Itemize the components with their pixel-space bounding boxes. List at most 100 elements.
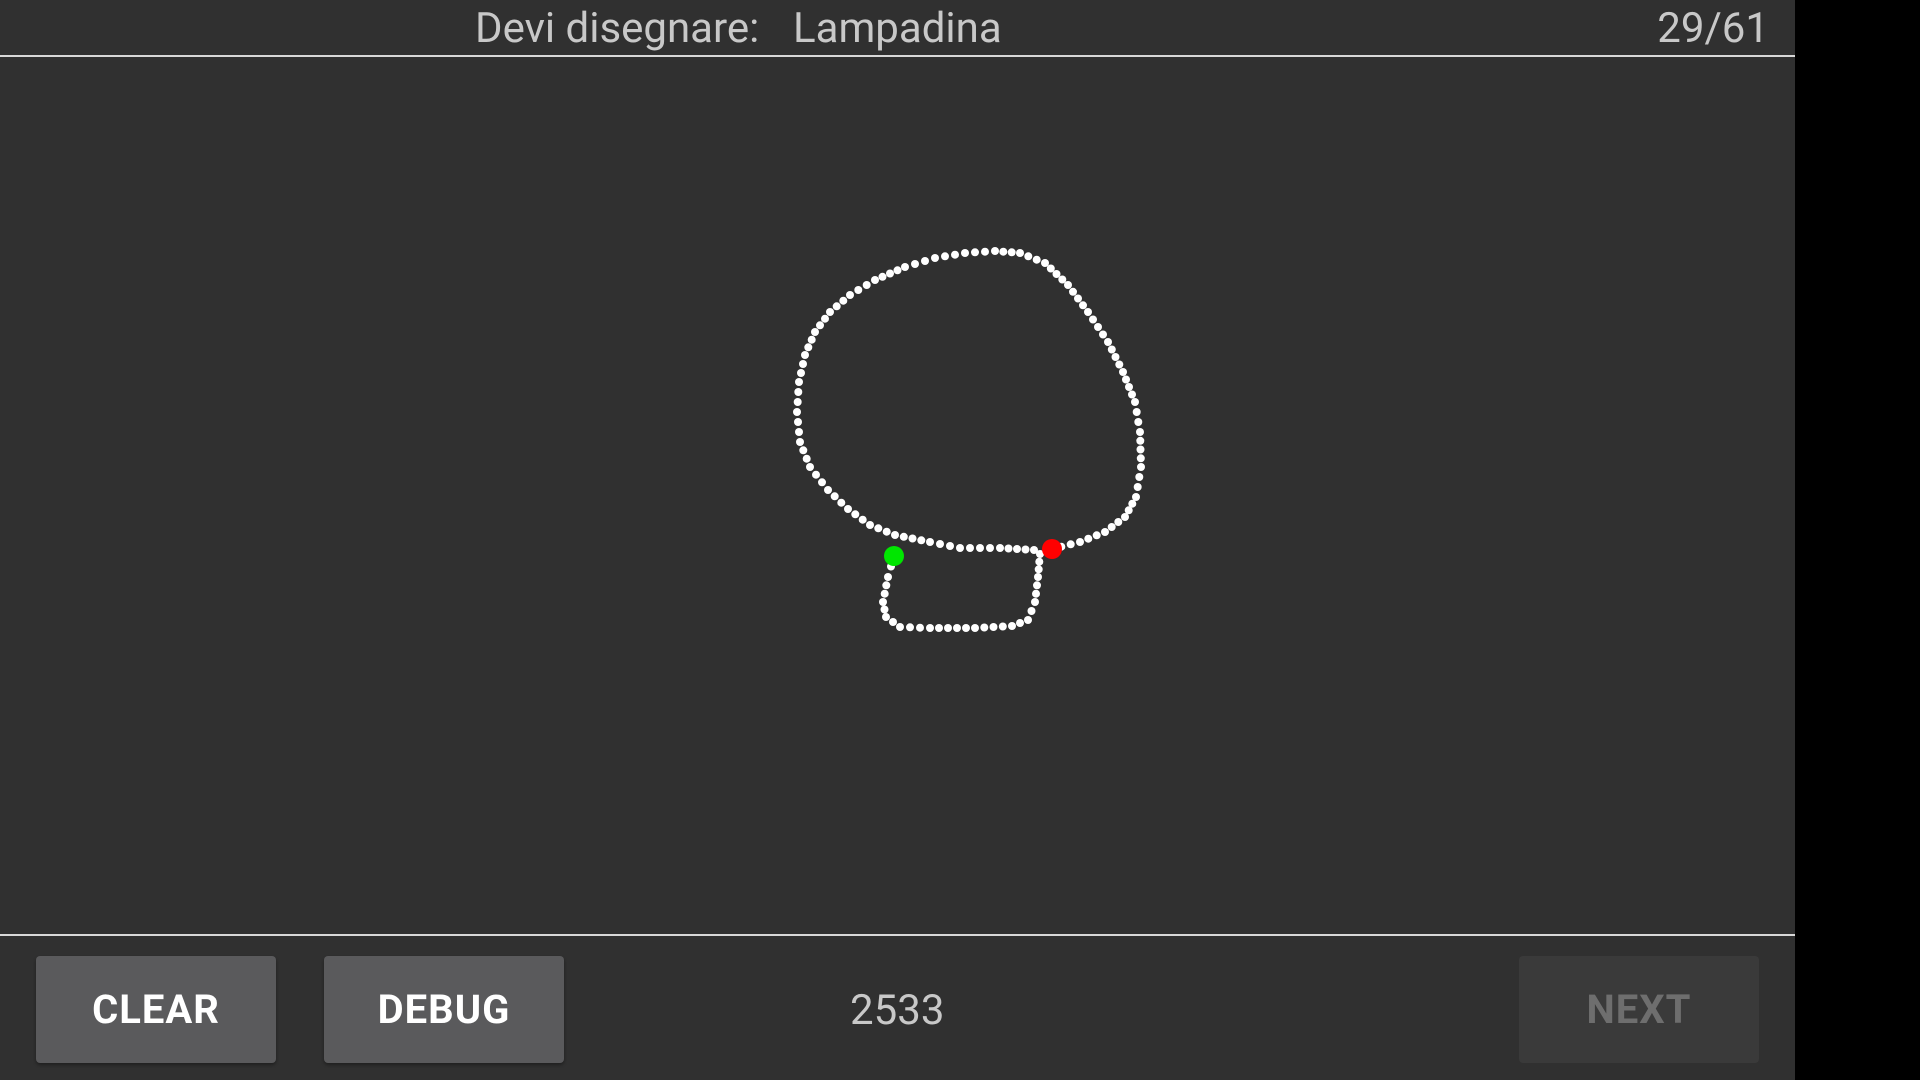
- stroke-dot: [946, 542, 954, 550]
- stroke-dot: [1013, 545, 1021, 553]
- stroke-dot: [1121, 513, 1129, 521]
- stroke-dot: [879, 598, 887, 606]
- stroke-dot: [1024, 616, 1032, 624]
- stroke-dot: [1114, 518, 1123, 526]
- stroke-dot: [1132, 493, 1140, 501]
- stroke-dot: [1137, 463, 1145, 471]
- progress-counter: 29/61: [1657, 4, 1769, 53]
- stroke-dot: [996, 544, 1004, 552]
- stroke-dot: [961, 249, 969, 257]
- stroke-dot: [1076, 538, 1084, 546]
- stroke-dot: [851, 510, 860, 519]
- stroke-dot: [1016, 619, 1024, 627]
- stroke-dot: [926, 624, 934, 632]
- stroke-dot: [811, 328, 819, 336]
- stroke-dot: [1133, 483, 1142, 491]
- stroke-dot: [882, 581, 891, 590]
- stroke-dot: [1021, 545, 1030, 554]
- stroke-dot: [837, 498, 846, 507]
- stroke-dot: [917, 536, 926, 545]
- stroke-dot: [886, 269, 894, 278]
- stroke-dot: [1092, 531, 1101, 540]
- stroke-dot: [1031, 598, 1039, 606]
- stroke-dot: [991, 247, 999, 255]
- stroke-dot: [793, 398, 802, 406]
- stroke-dot: [931, 254, 939, 262]
- stroke-dot: [980, 623, 989, 632]
- stroke-dot: [797, 369, 805, 377]
- target-word: Lampadina: [793, 4, 1002, 53]
- stroke-dot: [830, 492, 839, 501]
- stroke-dot: [880, 605, 889, 614]
- stroke-dot: [795, 428, 803, 436]
- stroke-dot: [882, 527, 891, 536]
- stroke-dot: [1124, 506, 1133, 515]
- stroke-dot: [906, 623, 914, 632]
- prompt-label: Devi disegnare:: [475, 4, 760, 53]
- stroke-dot: [1052, 270, 1061, 278]
- stroke-dot: [1034, 573, 1042, 581]
- stroke-dot: [1084, 308, 1092, 316]
- stroke-dot: [812, 470, 820, 479]
- stroke-dot: [1035, 557, 1044, 566]
- stroke-dot: [794, 418, 802, 426]
- drawn-stroke: [793, 247, 1145, 632]
- stroke-dot: [1104, 338, 1112, 346]
- stroke-dot: [799, 360, 807, 368]
- clear-button[interactable]: CLEAR: [36, 956, 276, 1063]
- stroke-dot: [1034, 565, 1043, 574]
- stroke-dot: [908, 534, 917, 543]
- stroke-dot: [854, 286, 863, 294]
- stroke-dot: [824, 486, 832, 494]
- stroke-dot: [816, 321, 824, 330]
- score-value: 2533: [850, 986, 945, 1035]
- stroke-dot: [916, 623, 924, 632]
- stroke-dot: [1089, 315, 1097, 324]
- stroke-dot: [1030, 546, 1038, 554]
- stroke-dot: [807, 335, 816, 344]
- stroke-dot: [966, 544, 974, 552]
- stroke-dot: [1094, 323, 1102, 331]
- stroke-dot: [1131, 398, 1139, 406]
- stroke-dot: [891, 531, 899, 539]
- stroke-dot: [1024, 252, 1033, 261]
- stroke-dot: [878, 272, 887, 281]
- drawing-canvas[interactable]: [0, 57, 1795, 934]
- stroke-dot: [1122, 375, 1130, 384]
- stroke-dot: [893, 266, 902, 275]
- stroke-dot: [1101, 528, 1109, 536]
- stroke-dot: [799, 446, 808, 455]
- stroke-dot: [806, 463, 814, 471]
- stroke-dot: [826, 308, 834, 316]
- stroke-dot: [1033, 581, 1041, 590]
- stroke-dot: [821, 314, 829, 323]
- stroke-end-marker: [1042, 539, 1062, 559]
- stroke-dot: [1134, 418, 1143, 426]
- stroke-dot: [926, 538, 934, 546]
- stroke-dot: [1125, 383, 1133, 391]
- stroke-dot: [1007, 248, 1016, 257]
- stroke-dot: [1136, 428, 1144, 436]
- stroke-dot: [951, 250, 959, 259]
- stroke-dot: [1008, 622, 1016, 630]
- stroke-dot: [911, 260, 919, 268]
- stroke-dot: [862, 281, 871, 289]
- stroke-dot: [1032, 589, 1040, 598]
- bottom-bar: CLEAR DEBUG 2533 NEXT: [0, 934, 1795, 1080]
- stroke-dot: [818, 478, 826, 487]
- debug-button[interactable]: DEBUG: [324, 956, 564, 1063]
- stroke-dot: [989, 623, 998, 631]
- drawing-svg: [793, 247, 1145, 632]
- stroke-dot: [794, 388, 803, 396]
- stroke-dot: [1136, 436, 1145, 445]
- stroke-dot: [899, 532, 908, 541]
- stroke-dot: [1128, 390, 1136, 399]
- stroke-dot: [1136, 454, 1145, 463]
- stroke-dot: [804, 343, 813, 352]
- stroke-dot: [1107, 345, 1116, 354]
- stroke-dot: [1016, 249, 1024, 257]
- stroke-dot: [1132, 408, 1141, 416]
- stroke-dot: [936, 540, 944, 548]
- stroke-dot: [1136, 445, 1145, 454]
- next-button[interactable]: NEXT: [1519, 956, 1759, 1063]
